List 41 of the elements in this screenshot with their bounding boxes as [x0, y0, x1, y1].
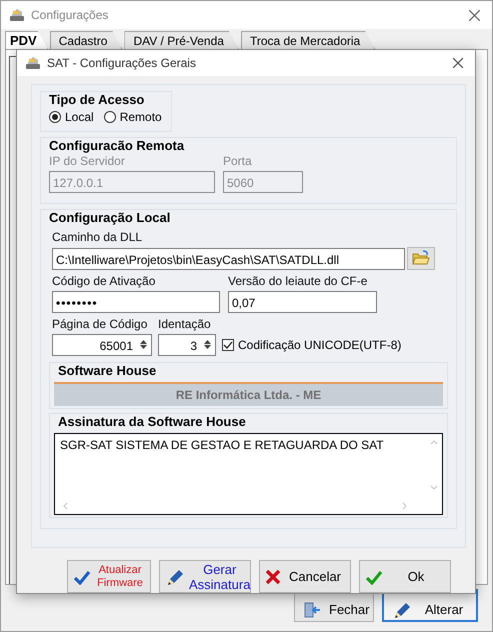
group-title: Configuração Local: [49, 210, 172, 226]
layout-version-field[interactable]: 0,07: [228, 290, 377, 313]
field-label: Identação: [158, 316, 212, 332]
group-title: Software House: [57, 362, 158, 379]
cross-icon: [265, 568, 281, 584]
tab[interactable]: Cadastro: [50, 31, 122, 49]
field-label: IP do Servidor: [49, 154, 126, 169]
radio-label: Local: [65, 110, 94, 124]
tab[interactable]: DAV / Pré-Venda: [124, 31, 239, 49]
field-label: Caminho da DLL: [52, 230, 144, 245]
tab[interactable]: Troca de Mercadoria: [240, 31, 376, 49]
radio-button[interactable]: [49, 110, 61, 123]
group-title: Configuracão Remota: [49, 138, 186, 154]
printer-icon: [25, 56, 41, 70]
radio-label: Remoto: [120, 110, 162, 124]
field-label: Página de Código: [52, 316, 148, 332]
dialog-button[interactable]: Atualizar Firmware: [67, 560, 151, 593]
dll-path-field[interactable]: C:\Intelliware\Projetos\bin\EasyCash\SAT\SATDLL.dll: [52, 248, 405, 270]
folder-icon: [412, 250, 430, 266]
folder-button[interactable]: [407, 246, 435, 270]
check-icon: [73, 568, 91, 584]
activation-code-field[interactable]: ••••••••: [52, 290, 220, 313]
group-title: Assinatura da Software House: [57, 414, 247, 430]
group-title: Tipo de Acesso: [49, 92, 146, 108]
software-house-field: RE Informática Ltda. - ME: [54, 382, 443, 406]
tab[interactable]: PDV: [5, 31, 48, 49]
radio-button[interactable]: [104, 110, 116, 123]
dialog-button[interactable]: Gerar Assinatura: [159, 560, 251, 593]
dialog-title: SAT - Configurações Gerais: [47, 56, 197, 70]
field-label: Porta: [223, 154, 253, 169]
window-title: Configurações: [31, 8, 110, 22]
checkbox[interactable]: [222, 338, 234, 351]
door-icon: [303, 600, 321, 618]
dialog-button[interactable]: Ok: [359, 560, 451, 593]
printer-icon: [9, 8, 25, 22]
checkbox-label: Codificação UNICODE(UTF-8): [238, 338, 402, 352]
check-icon: [365, 568, 383, 584]
signature-text-area[interactable]: SGR-SAT SISTEMA DE GESTAO E RETAGUARDA DO SAT: [54, 432, 443, 515]
field-label: Versão do leiaute do CF-e: [228, 274, 368, 289]
dialog-button[interactable]: Cancelar: [259, 560, 351, 593]
field-label: Código de Ativação: [52, 274, 156, 289]
